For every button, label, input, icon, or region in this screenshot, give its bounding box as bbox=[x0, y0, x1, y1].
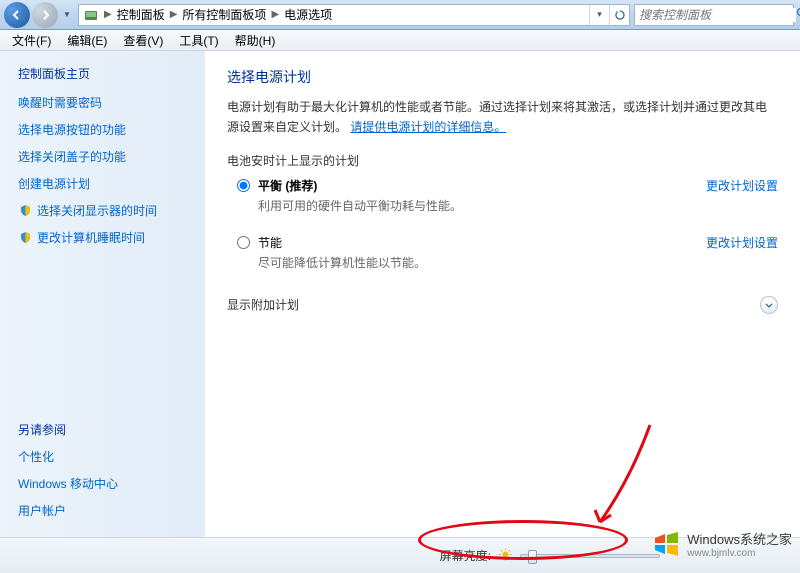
menu-tools[interactable]: 工具(T) bbox=[173, 30, 224, 51]
plan-group: 平衡 (推荐) 利用可用的硬件自动平衡功耗与性能。 更改计划设置 节能 尽可能降… bbox=[237, 177, 778, 271]
expand-label: 显示附加计划 bbox=[227, 296, 299, 313]
menu-help[interactable]: 帮助(H) bbox=[229, 30, 282, 51]
menu-view[interactable]: 查看(V) bbox=[117, 30, 169, 51]
sidebar-link-display-off[interactable]: 选择关闭显示器的时间 bbox=[18, 202, 195, 219]
see-also-personalization[interactable]: 个性化 bbox=[18, 448, 195, 465]
see-also-title: 另请参阅 bbox=[18, 421, 195, 438]
plan-name: 平衡 (推荐) bbox=[258, 177, 690, 194]
plan-powersaver: 节能 尽可能降低计算机性能以节能。 更改计划设置 bbox=[237, 234, 778, 271]
bottom-bar: 屏幕亮度: bbox=[0, 537, 800, 573]
slider-thumb[interactable] bbox=[528, 550, 537, 564]
sun-icon bbox=[499, 548, 512, 564]
breadcrumb-item[interactable]: 电源选项 bbox=[282, 6, 334, 23]
main-area: 控制面板主页 唤醒时需要密码 选择电源按钮的功能 选择关闭盖子的功能 创建电源计… bbox=[0, 51, 800, 537]
plan-balanced: 平衡 (推荐) 利用可用的硬件自动平衡功耗与性能。 更改计划设置 bbox=[237, 177, 778, 214]
plan-name: 节能 bbox=[258, 234, 690, 251]
control-panel-icon bbox=[83, 7, 99, 23]
detail-info-link[interactable]: 请提供电源计划的详细信息。 bbox=[350, 120, 506, 134]
plan-description: 尽可能降低计算机性能以节能。 bbox=[258, 254, 690, 271]
menu-file[interactable]: 文件(F) bbox=[6, 30, 57, 51]
breadcrumb[interactable]: ▶ 控制面板 ▶ 所有控制面板项 ▶ 电源选项 ▾ bbox=[78, 4, 630, 26]
plan-radio-balanced[interactable] bbox=[237, 179, 250, 192]
breadcrumb-item[interactable]: 所有控制面板项 bbox=[180, 6, 268, 23]
search-icon bbox=[796, 7, 800, 23]
menu-edit[interactable]: 编辑(E) bbox=[61, 30, 113, 51]
breadcrumb-separator: ▶ bbox=[268, 9, 282, 20]
breadcrumb-separator: ▶ bbox=[167, 9, 181, 20]
plan-description: 利用可用的硬件自动平衡功耗与性能。 bbox=[258, 197, 690, 214]
arrow-right-icon bbox=[39, 9, 51, 21]
page-description: 电源计划有助于最大化计算机的性能或者节能。通过选择计划来将其激活，或选择计划并通… bbox=[227, 97, 778, 138]
chevron-down-icon[interactable] bbox=[760, 296, 778, 314]
breadcrumb-dropdown[interactable]: ▾ bbox=[589, 5, 609, 25]
plan-change-link[interactable]: 更改计划设置 bbox=[706, 177, 778, 194]
brightness-slider[interactable] bbox=[520, 554, 660, 558]
search-input[interactable] bbox=[639, 8, 796, 22]
refresh-icon bbox=[614, 9, 626, 21]
arrow-left-icon bbox=[11, 9, 23, 21]
see-also-mobility[interactable]: Windows 移动中心 bbox=[18, 475, 195, 492]
page-title: 选择电源计划 bbox=[227, 67, 778, 87]
sidebar-link-sleep-time[interactable]: 更改计算机睡眠时间 bbox=[18, 229, 195, 246]
shield-icon bbox=[18, 231, 32, 245]
brightness-label: 屏幕亮度: bbox=[440, 547, 491, 564]
plan-radio-powersaver[interactable] bbox=[237, 236, 250, 249]
navigation-bar: ▼ ▶ 控制面板 ▶ 所有控制面板项 ▶ 电源选项 ▾ bbox=[0, 0, 800, 30]
breadcrumb-item[interactable]: 控制面板 bbox=[115, 6, 167, 23]
see-also-users[interactable]: 用户帐户 bbox=[18, 502, 195, 519]
breadcrumb-separator: ▶ bbox=[101, 9, 115, 20]
forward-button[interactable] bbox=[32, 2, 58, 28]
sidebar-link-create-plan[interactable]: 创建电源计划 bbox=[18, 175, 195, 192]
sidebar-link-wake-password[interactable]: 唤醒时需要密码 bbox=[18, 94, 195, 111]
breadcrumb-end-buttons: ▾ bbox=[589, 5, 629, 25]
nav-buttons: ▼ bbox=[0, 2, 74, 28]
sidebar-link-power-button[interactable]: 选择电源按钮的功能 bbox=[18, 121, 195, 138]
content-pane: 选择电源计划 电源计划有助于最大化计算机的性能或者节能。通过选择计划来将其激活，… bbox=[205, 51, 800, 537]
nav-history-dropdown[interactable]: ▼ bbox=[60, 6, 74, 24]
menu-bar: 文件(F) 编辑(E) 查看(V) 工具(T) 帮助(H) bbox=[0, 30, 800, 51]
search-box[interactable] bbox=[634, 4, 794, 26]
shield-icon bbox=[18, 204, 32, 218]
back-button[interactable] bbox=[4, 2, 30, 28]
plan-change-link[interactable]: 更改计划设置 bbox=[706, 234, 778, 251]
sidebar-link-close-lid[interactable]: 选择关闭盖子的功能 bbox=[18, 148, 195, 165]
expand-additional-plans[interactable]: 显示附加计划 bbox=[227, 293, 778, 317]
refresh-button[interactable] bbox=[609, 5, 629, 25]
sidebar: 控制面板主页 唤醒时需要密码 选择电源按钮的功能 选择关闭盖子的功能 创建电源计… bbox=[0, 51, 205, 537]
sidebar-home[interactable]: 控制面板主页 bbox=[18, 65, 195, 82]
section-label: 电池安时计上显示的计划 bbox=[227, 152, 778, 169]
